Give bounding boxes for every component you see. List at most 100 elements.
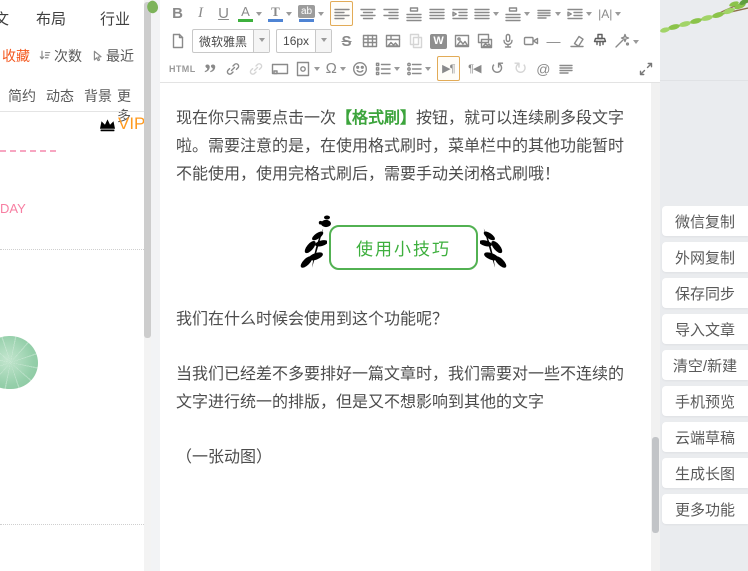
sidebar-button-phone-preview[interactable]: 手机预览: [662, 386, 748, 416]
format-painter-button[interactable]: [591, 30, 608, 53]
line-height-button[interactable]: [536, 2, 561, 25]
align-center-button[interactable]: [359, 2, 376, 25]
paragraph-text: 现在你只需要点击一次: [176, 110, 336, 127]
insert-video-button[interactable]: [522, 30, 539, 53]
tab-industry[interactable]: 行业: [100, 8, 130, 29]
editor-scrollbar-thumb[interactable]: [652, 437, 659, 533]
template-icon: [295, 61, 311, 77]
chevron-down-icon: [256, 12, 262, 19]
unordered-list-icon: [406, 61, 422, 77]
align-left-icon: [334, 6, 350, 22]
letter-spacing-button[interactable]: [567, 2, 592, 25]
template-thumb-divider: [0, 150, 56, 152]
font-family-arrow[interactable]: [253, 30, 269, 52]
badge-label: 使用小技巧: [329, 225, 478, 270]
unordered-list-button[interactable]: [406, 57, 431, 80]
insert-images-button[interactable]: [476, 30, 493, 53]
left-template-panel: 文 布局 行业 收藏 次数 最近 简约 动态 背景 更多 VIP DAY: [0, 0, 144, 571]
paragraph-spacing-button[interactable]: [505, 2, 530, 25]
video-camera-icon: [523, 33, 539, 49]
bold-button[interactable]: B: [169, 2, 186, 25]
html-source-button[interactable]: HTML: [169, 57, 196, 80]
align-justify-button[interactable]: [428, 2, 445, 25]
vip-badge[interactable]: VIP: [98, 114, 145, 134]
editor-scrollbar[interactable]: [651, 83, 660, 571]
sidebar-button-more-features[interactable]: 更多功能: [662, 494, 748, 524]
filter-count[interactable]: 次数: [54, 46, 82, 66]
left-scrollbar-thumb[interactable]: [144, 2, 151, 338]
italic-button[interactable]: I: [192, 2, 209, 25]
paragraph-indent-button[interactable]: [474, 2, 499, 25]
align-left-button[interactable]: [330, 1, 353, 26]
magic-wand-icon: [614, 33, 630, 49]
sidebar-button-import-article[interactable]: 导入文章: [662, 314, 748, 344]
template-button[interactable]: [295, 57, 320, 80]
sidebar-button-long-image[interactable]: 生成长图: [662, 458, 748, 488]
insert-table-button[interactable]: [361, 30, 378, 53]
font-size-arrow[interactable]: [315, 30, 331, 52]
action-sidebar: 微信复制 外网复制 保存同步 导入文章 清空/新建 手机预览 云端草稿 生成长图…: [660, 0, 748, 571]
undo-button[interactable]: ↺: [489, 57, 506, 80]
tab-text[interactable]: 文: [0, 8, 9, 29]
insert-link-button[interactable]: [225, 57, 242, 80]
highlight-button[interactable]: ab: [298, 2, 324, 25]
fullscreen-button[interactable]: [637, 57, 654, 80]
table-image-button[interactable]: [384, 30, 401, 53]
text-case-button[interactable]: |A|: [598, 2, 621, 25]
left-scrollbar[interactable]: [144, 0, 151, 571]
leaves-right-icon: [480, 226, 508, 270]
chevron-down-icon: [314, 67, 320, 74]
special-char-button[interactable]: Ω: [326, 57, 346, 80]
rtl-paragraph-button[interactable]: ¶◀: [466, 57, 483, 80]
mention-button[interactable]: @: [535, 57, 552, 80]
chevron-down-icon: [493, 12, 499, 19]
filter-favorite[interactable]: 收藏: [2, 46, 30, 66]
import-word-button[interactable]: W: [430, 30, 447, 53]
ltr-paragraph-button[interactable]: ▶¶: [437, 56, 460, 81]
sidebar-button-cloud-draft[interactable]: 云端草稿: [662, 422, 748, 452]
strikethrough-button[interactable]: S: [338, 30, 355, 53]
paragraph-indent-icon: [474, 6, 490, 22]
blockquote-button[interactable]: ”: [202, 52, 219, 85]
paragraph: 我们在什么时候会使用到这个功能呢？: [176, 306, 631, 334]
font-color-button[interactable]: A: [238, 2, 262, 25]
text-style-icon: T: [271, 5, 280, 18]
sidebar-button-save-sync[interactable]: 保存同步: [662, 278, 748, 308]
indent-button[interactable]: [451, 2, 468, 25]
category-background[interactable]: 背景: [84, 86, 112, 106]
eraser-button[interactable]: [568, 30, 585, 53]
paste-button: [407, 30, 424, 53]
font-family-select[interactable]: 微软雅黑: [192, 29, 270, 53]
sidebar-button-clear-new[interactable]: 清空/新建: [662, 350, 748, 380]
one-click-format-button[interactable]: [614, 30, 639, 53]
filter-bar: 收藏 次数 最近: [2, 46, 134, 66]
images-icon: [477, 33, 493, 49]
sidebar-button-wechat-copy[interactable]: 微信复制: [662, 206, 748, 236]
emoji-button[interactable]: [352, 57, 369, 80]
paragraph: 当我们已经差不多要排好一篇文章时，我们需要对一些不连续的文字进行统一的排版，但是…: [176, 361, 631, 417]
insert-image-button[interactable]: [453, 30, 470, 53]
sidebar-button-web-copy[interactable]: 外网复制: [662, 242, 748, 272]
new-document-button[interactable]: [169, 30, 186, 53]
align-top-button[interactable]: [405, 2, 422, 25]
tab-layout[interactable]: 布局: [36, 8, 66, 29]
document-content[interactable]: 现在你只需要点击一次【格式刷】按钮，就可以连续刷多段文字啦。需要注意的是，在使用…: [160, 83, 651, 571]
horizontal-rule-button[interactable]: —: [545, 30, 562, 53]
chevron-down-icon: [524, 12, 530, 19]
insert-audio-button[interactable]: [499, 30, 516, 53]
text-box-icon: [271, 61, 289, 77]
chevron-down-icon: [286, 12, 292, 19]
pointer-icon: [91, 50, 103, 62]
category-simple[interactable]: 简约: [8, 86, 36, 106]
font-size-select[interactable]: 16px: [276, 29, 332, 53]
summary-lines-button[interactable]: [558, 57, 575, 80]
branch-decoration-icon: [660, 0, 748, 46]
image-icon: [454, 33, 470, 49]
filter-recent[interactable]: 最近: [106, 46, 134, 66]
text-style-button[interactable]: T: [268, 2, 292, 25]
underline-button[interactable]: U: [215, 2, 232, 25]
align-right-button[interactable]: [382, 2, 399, 25]
ordered-list-button[interactable]: [375, 57, 400, 80]
text-box-button[interactable]: [271, 57, 289, 80]
category-dynamic[interactable]: 动态: [46, 86, 74, 106]
